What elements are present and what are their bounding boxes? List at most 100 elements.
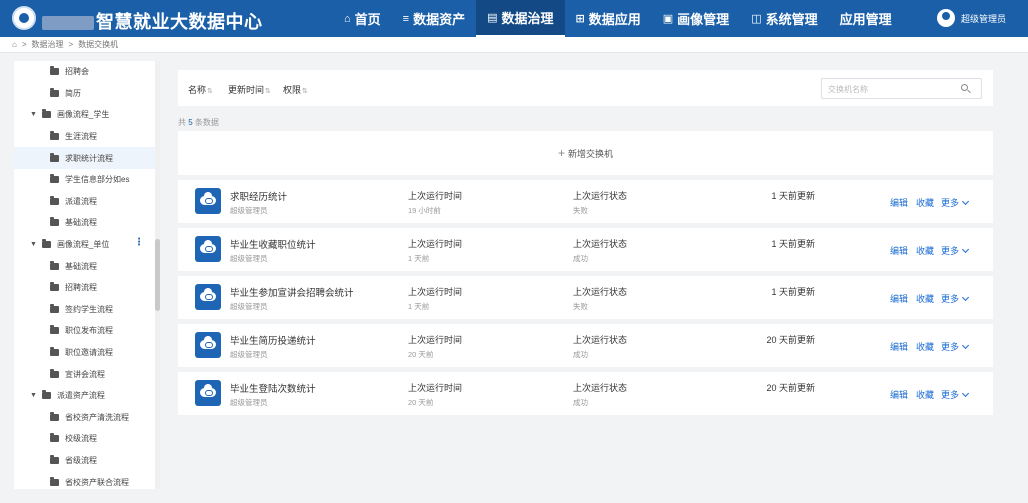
- cloud-exchange-icon: [195, 332, 221, 358]
- tree-item[interactable]: 招聘会: [14, 61, 160, 83]
- tree-item[interactable]: 简历: [14, 83, 160, 105]
- tree-item[interactable]: 职位发布流程: [14, 320, 160, 342]
- favorite-button[interactable]: 收藏: [916, 244, 934, 257]
- last-run-status-value: 成功: [573, 398, 588, 407]
- exchange-name[interactable]: 毕业生简历投递统计: [230, 333, 316, 347]
- last-run-status-value: 成功: [573, 350, 588, 359]
- folder-icon: [50, 282, 59, 292]
- add-exchange-button[interactable]: + 新增交换机: [178, 131, 993, 175]
- tree-item[interactable]: 省校资产联合流程: [14, 471, 160, 489]
- updated-time: 1 天前更新: [771, 191, 815, 201]
- tree-item-label: 宣讲会流程: [65, 369, 105, 379]
- nav-item-label: 系统管理: [765, 12, 818, 27]
- nav-item-label: 数据应用: [588, 12, 641, 27]
- tree-item-label: 基础流程: [65, 218, 97, 228]
- exchange-card[interactable]: 毕业生简历投递统计 超级管理员 上次运行时间 20 天前 上次运行状态 成功 20 天前更新…: [178, 324, 993, 367]
- tree-folder[interactable]: ▼ 画像流程_学生: [14, 104, 160, 126]
- scrollbar-thumb[interactable]: [155, 239, 160, 311]
- last-run-time-label: 上次运行时间: [408, 383, 463, 393]
- more-vertical-icon[interactable]: ⋮: [134, 237, 144, 248]
- last-run-status-label: 上次运行状态: [573, 287, 628, 297]
- favorite-button[interactable]: 收藏: [916, 196, 934, 209]
- home-icon[interactable]: ⌂: [12, 40, 17, 49]
- folder-icon: [50, 325, 59, 335]
- result-count: 共 5 条数据: [178, 118, 219, 127]
- tree-item[interactable]: 签约学生流程: [14, 299, 160, 321]
- breadcrumb-item-governance[interactable]: 数据治理: [32, 39, 64, 50]
- nav-item-4[interactable]: ▣ 画像管理: [652, 0, 740, 37]
- caret-down-icon[interactable]: ▼: [30, 241, 37, 248]
- exchange-card[interactable]: 毕业生参加宣讲会招聘会统计 超级管理员 上次运行时间 1 天前 上次运行状态 失败 1 天前…: [178, 276, 993, 319]
- folder-icon: [50, 260, 59, 270]
- edit-button[interactable]: 编辑: [890, 388, 908, 401]
- nav-item-3[interactable]: ⊞ 数据应用: [565, 0, 652, 37]
- exchange-name[interactable]: 求职经历统计: [230, 189, 287, 203]
- more-button[interactable]: 更多: [941, 292, 970, 305]
- tree-item[interactable]: 基础流程: [14, 255, 160, 277]
- more-button[interactable]: 更多: [941, 196, 970, 209]
- sort-by-name[interactable]: 名称⇅: [188, 83, 213, 96]
- folder-icon: [50, 217, 59, 227]
- caret-down-icon[interactable]: ▼: [30, 111, 37, 118]
- nav-item-2[interactable]: ▤ 数据治理: [476, 0, 565, 37]
- more-button[interactable]: 更多: [941, 244, 970, 257]
- exchange-name[interactable]: 毕业生登陆次数统计: [230, 381, 316, 395]
- governance-icon: ▤: [487, 12, 498, 24]
- tree-item[interactable]: 招聘流程: [14, 277, 160, 299]
- tree-item[interactable]: 校级流程: [14, 428, 160, 450]
- tree-folder[interactable]: ▼ 画像流程_单位 ⋮: [14, 234, 160, 256]
- tree-item-label: 画像流程_单位: [56, 240, 110, 250]
- edit-button[interactable]: 编辑: [890, 292, 908, 305]
- nav-item-1[interactable]: ≡ 数据资产: [392, 0, 476, 37]
- folder-icon: [41, 239, 51, 249]
- tree-item[interactable]: 省级流程: [14, 450, 160, 472]
- tree-item[interactable]: 求职统计流程: [14, 147, 160, 169]
- exchange-name[interactable]: 毕业生收藏职位统计: [230, 237, 316, 251]
- more-button[interactable]: 更多: [941, 388, 970, 401]
- tree-item[interactable]: 省校资产清洗流程: [14, 407, 160, 429]
- sidebar-scrollbar[interactable]: [155, 61, 160, 489]
- folder-icon: [50, 195, 59, 205]
- user-menu[interactable]: 超级管理员: [936, 9, 1006, 27]
- nav-item-label: 画像管理: [677, 12, 730, 27]
- exchange-card[interactable]: 求职经历统计 超级管理员 上次运行时间 19 小时前 上次运行状态 失败 1 天前更新 编辑收…: [178, 180, 993, 223]
- cloud-exchange-icon: [195, 236, 221, 262]
- tree-item[interactable]: 职位邀请流程: [14, 342, 160, 364]
- tree-item[interactable]: 派遣流程: [14, 191, 160, 213]
- favorite-button[interactable]: 收藏: [916, 388, 934, 401]
- system-icon: ◫: [751, 13, 762, 25]
- cloud-exchange-icon: [195, 284, 221, 310]
- favorite-button[interactable]: 收藏: [916, 292, 934, 305]
- tree-item[interactable]: 学生信息部分如es: [14, 169, 160, 191]
- caret-down-icon[interactable]: ▼: [30, 392, 37, 399]
- sort-by-permission[interactable]: 权限⇅: [283, 83, 308, 96]
- last-run-status-label: 上次运行状态: [573, 191, 628, 201]
- last-run-status-label: 上次运行状态: [573, 383, 628, 393]
- nav-item-0[interactable]: ⌂ 首页: [333, 0, 392, 37]
- tree-folder[interactable]: ▼ 派遣资产流程: [14, 385, 160, 407]
- nav-item-6[interactable]: 应用管理: [829, 0, 903, 37]
- edit-button[interactable]: 编辑: [890, 340, 908, 353]
- updated-time: 1 天前更新: [771, 287, 815, 297]
- sort-icon: ⇅: [302, 88, 308, 95]
- folder-icon: [50, 347, 59, 357]
- database-icon: ≡: [402, 12, 410, 25]
- nav-item-5[interactable]: ◫ 系统管理: [740, 0, 828, 37]
- exchange-card[interactable]: 毕业生收藏职位统计 超级管理员 上次运行时间 1 天前 上次运行状态 成功 1 天前更新 编辑…: [178, 228, 993, 271]
- exchange-name[interactable]: 毕业生参加宣讲会招聘会统计: [230, 285, 354, 299]
- search-icon[interactable]: [961, 84, 968, 91]
- breadcrumb: ⌂ > 数据治理 > 数据交换机: [0, 37, 1028, 53]
- tree-item-label: 基础流程: [65, 261, 97, 271]
- main-nav: ⌂ 首页 ≡ 数据资产 ▤ 数据治理 ⊞ 数据应用 ▣ 画像管理 ◫ 系统管理 应用管理: [333, 0, 903, 37]
- edit-button[interactable]: 编辑: [890, 196, 908, 209]
- tree-item[interactable]: 基础流程: [14, 212, 160, 234]
- more-button[interactable]: 更多: [941, 340, 970, 353]
- edit-button[interactable]: 编辑: [890, 244, 908, 257]
- exchange-owner: 超级管理员: [230, 350, 268, 359]
- favorite-button[interactable]: 收藏: [916, 340, 934, 353]
- search-input[interactable]: [828, 82, 958, 96]
- exchange-card[interactable]: 毕业生登陆次数统计 超级管理员 上次运行时间 20 天前 上次运行状态 成功 20 天前更新…: [178, 372, 993, 415]
- tree-item[interactable]: 生涯流程: [14, 126, 160, 148]
- tree-item[interactable]: 宣讲会流程: [14, 363, 160, 385]
- sort-by-update-time[interactable]: 更新时间⇅: [228, 83, 271, 96]
